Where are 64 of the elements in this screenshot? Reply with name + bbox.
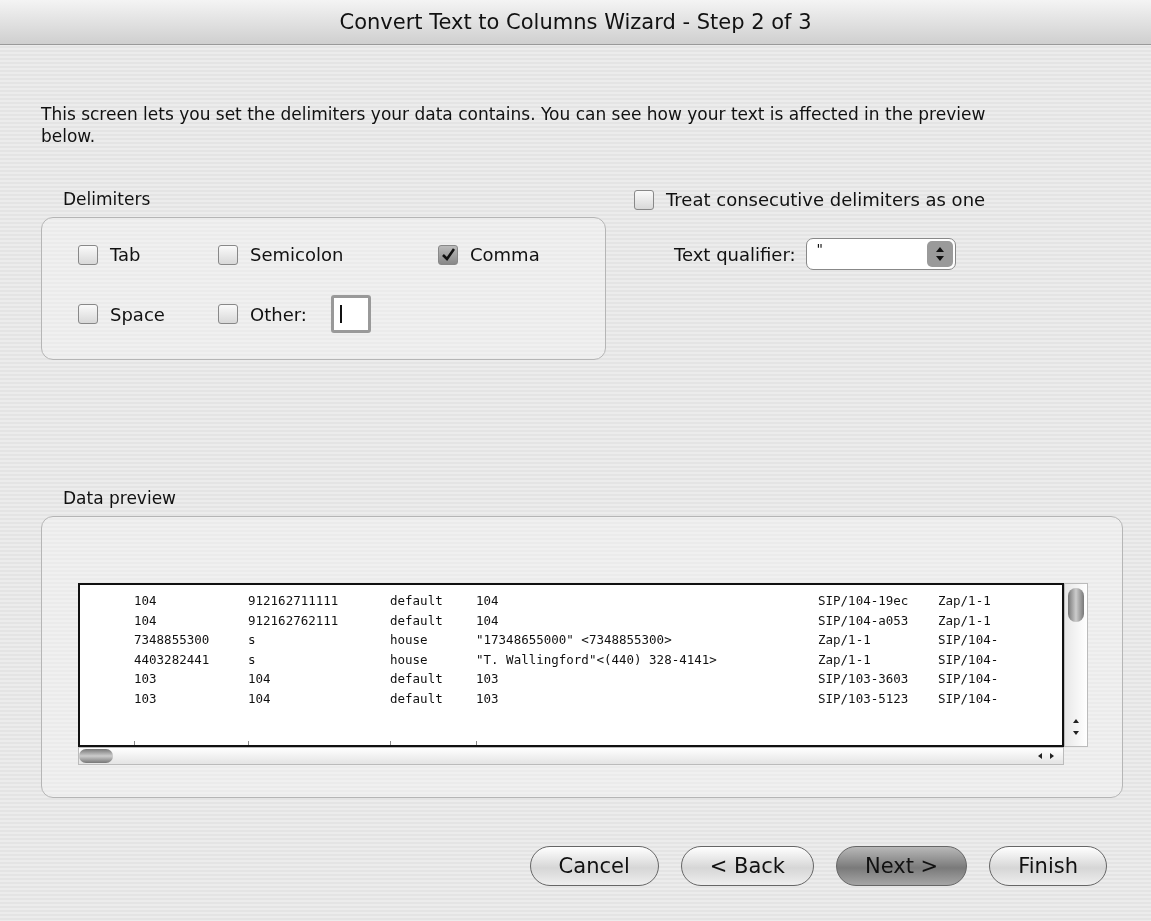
table-cell-text: default <box>390 671 444 688</box>
table-cell-text: house <box>390 651 429 669</box>
wizard-button[interactable]: Cancel <box>529 846 659 886</box>
wizard-button[interactable]: Next > <box>836 846 968 886</box>
input-field[interactable] <box>330 295 371 333</box>
table-cell-text: SIP/104- <box>938 671 1000 688</box>
instruction-text: This screen lets you set the delimiters your data contains. You can see how your text is affected in the preview below. <box>41 103 987 147</box>
horizontal-scrollbar[interactable] <box>78 747 1064 765</box>
table-cell-text: 104 <box>134 612 158 630</box>
table-cell-text: SIP/103-3603 <box>818 671 910 688</box>
table-cell-text: default <box>390 593 444 610</box>
checkbox-label[interactable]: Semicolon <box>250 244 344 265</box>
checkbox-label[interactable]: Tab <box>110 244 141 265</box>
checkbox-label[interactable]: Space <box>110 303 165 325</box>
scroll-thumb[interactable] <box>1068 588 1084 622</box>
table-cell-text: 104 <box>248 671 272 688</box>
table-cell-text: SIP/104- <box>938 690 1000 708</box>
table-cell-text: SIP/103-5123 <box>818 690 910 708</box>
table-cell-text: "T. Wallingford"<(440) 328-4141> <box>476 651 718 669</box>
qualifier-label: Text qualifier: <box>674 243 796 265</box>
table-cell-text: 103 <box>134 671 158 688</box>
table-cell-text: 104 <box>248 690 272 708</box>
table-cell-text: Zap/1-1 <box>938 612 992 630</box>
table-cell-text: SIP/104- <box>938 651 1000 669</box>
table-cell-text: default <box>390 690 444 708</box>
table-cell-text: 103 <box>134 690 158 708</box>
checkbox-label[interactable]: Treat consecutive delimiters as one <box>666 189 986 210</box>
table-cell-text: 104 <box>476 612 500 630</box>
table-cell-text: 912162711111 <box>248 593 340 610</box>
table-cell-text: default <box>390 612 444 630</box>
table-cell-text: Zap/1-1 <box>938 593 992 610</box>
stepper-icon <box>926 241 953 267</box>
checkbox[interactable] <box>78 244 98 265</box>
group-title: Delimiters <box>63 189 152 209</box>
wizard-button[interactable]: Finish <box>989 846 1107 886</box>
table-cell-text: 104 <box>476 593 500 610</box>
window-title: Convert Text to Columns Wizard - Step 2 of 3 <box>339 10 812 34</box>
table-cell-text: SIP/104-a053 <box>818 612 910 630</box>
table-cell-text: Zap/1-1 <box>818 632 872 649</box>
table-cell-text: 103 <box>476 671 500 688</box>
checkbox[interactable] <box>634 189 654 210</box>
table-cell-text: SIP/104- <box>938 632 1000 649</box>
checkbox[interactable] <box>438 244 458 265</box>
table-cell-text: "17348655000" <7348855300> <box>476 632 673 649</box>
table-cell-text: Zap/1-1 <box>818 651 872 669</box>
scroll-thumb[interactable] <box>79 749 113 763</box>
table-cell-text: 104 <box>134 593 158 610</box>
table-cell-text: house <box>390 632 429 649</box>
table-cell-text: 103 <box>476 690 500 708</box>
table-cell-text: 4403282441 <box>134 651 211 669</box>
checkbox[interactable] <box>78 304 98 324</box>
vertical-scrollbar[interactable] <box>1064 583 1088 747</box>
checkbox[interactable] <box>218 304 238 324</box>
checkbox-label[interactable]: Other: <box>250 303 307 325</box>
table-cell-text: 7348855300 <box>134 632 211 649</box>
table-cell-text: SIP/104-19ec <box>818 593 910 610</box>
checkbox[interactable] <box>218 244 238 265</box>
qualifier-dropdown[interactable]: " <box>805 238 956 270</box>
table-cell-text: s <box>248 632 257 649</box>
table-cell-text: 912162762111 <box>248 612 340 630</box>
group-title: Data preview <box>63 488 177 508</box>
table-cell-text: s <box>248 651 257 669</box>
checkbox-label[interactable]: Comma <box>470 244 540 265</box>
wizard-button[interactable]: < Back <box>680 846 814 886</box>
